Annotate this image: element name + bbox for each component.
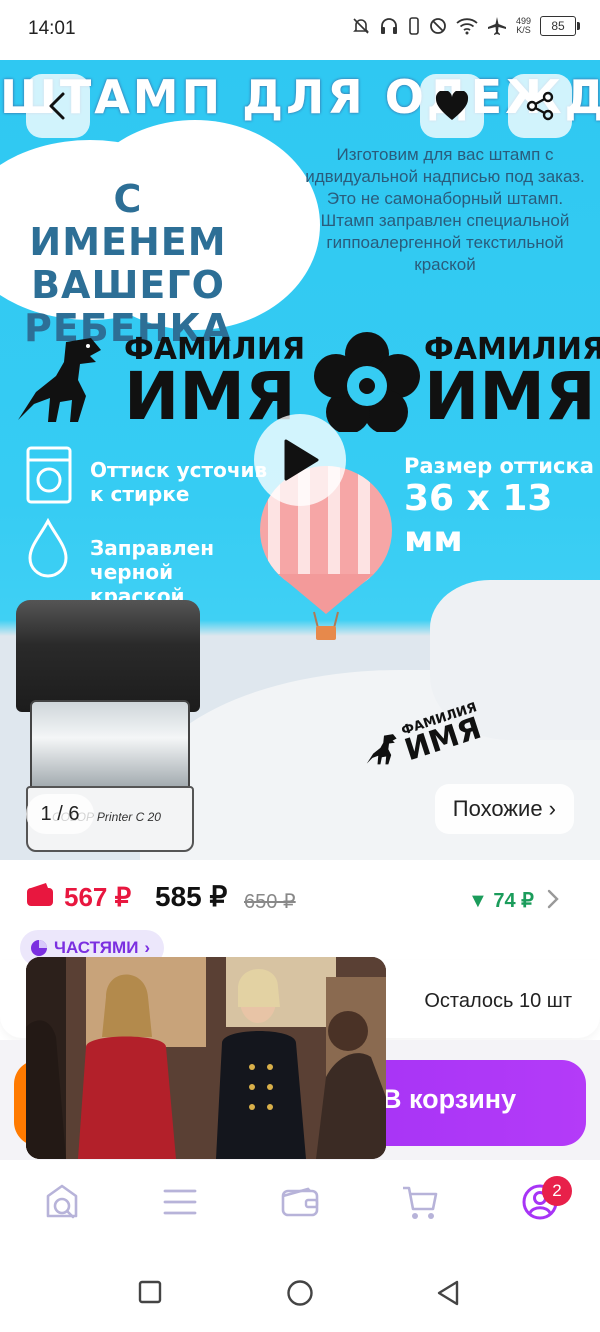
wifi-icon: [456, 18, 478, 35]
stamp-window: [30, 700, 190, 794]
home-icon[interactable]: [286, 1279, 314, 1307]
chevron-left-icon: [49, 92, 65, 120]
vibrate-icon: [409, 17, 419, 35]
regular-price: 585 ₽: [155, 881, 228, 912]
search-icon: [46, 1184, 78, 1219]
similar-button[interactable]: Похожие ›: [434, 784, 574, 834]
image-counter: 1 / 6: [26, 794, 94, 834]
feature-ink: Заправлен черной краской: [90, 536, 215, 608]
sample-name-right: ИМЯ: [424, 358, 596, 435]
discount-amount[interactable]: ▼ 74 ₽: [468, 888, 534, 913]
wallet-icon: [281, 1187, 319, 1217]
dinosaur-icon: [366, 734, 397, 765]
pie-chart-icon: [31, 940, 47, 956]
share-icon: [526, 91, 554, 121]
speed-unit: K/S: [516, 25, 531, 35]
tab-cart[interactable]: [398, 1180, 442, 1224]
banner-headline: С ИМЕНЕМ ВАШЕГО РЕБЕНКА: [23, 177, 232, 350]
add-to-cart-label: В корзину: [382, 1084, 517, 1114]
feature-wash: Оттиск усточив к стирке: [90, 458, 268, 506]
menu-icon: [163, 1189, 197, 1215]
floating-video-player[interactable]: [26, 957, 386, 1159]
wallet-card-icon: [27, 883, 53, 906]
status-time: 14:01: [28, 18, 76, 39]
cart-badge: 2: [542, 1176, 572, 1206]
airplane-icon: [487, 17, 506, 35]
dinosaur-icon: [18, 338, 101, 422]
product-image-gallery[interactable]: ШТАМП ДЛЯ ОДЕЖДЫ С ИМЕНЕМ ВАШЕГО РЕБЕНКА…: [0, 60, 600, 860]
card-price: 567 ₽: [64, 882, 132, 912]
share-button[interactable]: [508, 74, 572, 138]
system-navigation-bar: [0, 1252, 600, 1332]
back-button[interactable]: [26, 74, 90, 138]
chevron-right-icon: ›: [144, 938, 151, 957]
imprint-size-value: 36 x 13 мм: [404, 478, 553, 560]
tab-search[interactable]: [40, 1180, 84, 1224]
back-nav-icon[interactable]: [436, 1280, 460, 1306]
play-video-button[interactable]: [254, 414, 346, 506]
video-frame: [26, 957, 386, 1159]
play-icon: [284, 439, 319, 481]
status-icons: 499 K/S 85: [352, 16, 580, 36]
banner-description: Изготовим для вас штамп с идвидуальной н…: [305, 145, 585, 274]
washing-machine-icon: [26, 446, 72, 504]
imprint-size-label: Размер оттиска: [404, 454, 594, 478]
tab-wallet[interactable]: [278, 1180, 322, 1224]
do-not-disturb-icon: [430, 18, 446, 34]
cart-icon: [403, 1186, 438, 1219]
headphones-icon: [380, 18, 397, 34]
network-speed: 499 K/S: [516, 17, 531, 35]
favorite-button[interactable]: [420, 74, 484, 138]
ink-drop-icon: [28, 518, 68, 578]
installments-label: ЧАСТЯМИ: [54, 938, 139, 957]
old-price: 650 ₽: [244, 891, 296, 913]
tab-catalog[interactable]: [158, 1180, 202, 1224]
stock-remaining: Осталось 10 шт: [424, 990, 572, 1012]
recent-apps-icon[interactable]: [138, 1280, 162, 1304]
status-bar: 14:01 499 K/S 85: [0, 0, 600, 60]
battery-indicator: 85: [540, 16, 580, 36]
bell-off-icon: [353, 18, 369, 34]
flower-icon: [314, 332, 420, 432]
heart-icon: [435, 91, 469, 120]
stamp-top: [16, 600, 200, 712]
chevron-right-icon[interactable]: [546, 888, 560, 910]
